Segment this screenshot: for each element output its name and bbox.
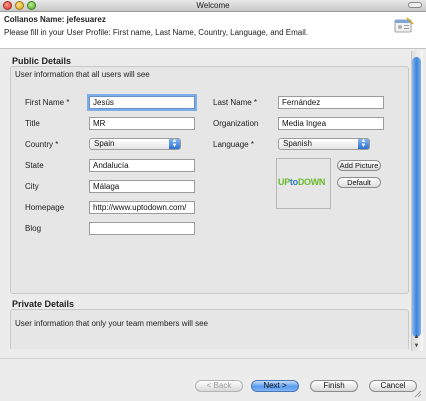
city-label: City — [25, 182, 39, 191]
country-select-value: Spain — [94, 139, 115, 148]
toolbar-toggle-button[interactable] — [408, 2, 422, 8]
last-name-input[interactable]: Fernández — [278, 96, 384, 109]
country-select[interactable]: Spain ▲ ▼ — [89, 138, 181, 150]
header-description: Please fill in your User Profile: First … — [4, 28, 308, 37]
select-arrows-icon: ▲ ▼ — [358, 138, 369, 149]
cancel-button[interactable]: Cancel — [369, 380, 417, 392]
state-input[interactable]: Andalucía — [89, 159, 195, 172]
title-label: Title — [25, 119, 40, 128]
state-label: State — [25, 161, 44, 170]
language-select[interactable]: Spanish ▲ ▼ — [278, 138, 370, 150]
city-input[interactable]: Málaga — [89, 180, 195, 193]
language-select-value: Spanish — [283, 139, 312, 148]
add-picture-button[interactable]: Add Picture — [337, 160, 381, 171]
blog-label: Blog — [25, 224, 42, 233]
homepage-input[interactable]: http://www.uptodown.com/ — [89, 201, 195, 214]
back-button[interactable]: < Back — [195, 380, 243, 392]
private-details-panel — [10, 309, 409, 349]
default-picture-button[interactable]: Default — [337, 177, 381, 188]
next-button[interactable]: Next > — [251, 380, 299, 392]
country-label: Country * — [25, 140, 59, 149]
select-arrows-icon: ▲ ▼ — [169, 138, 180, 149]
scroll-down-icon[interactable]: ▼ — [412, 342, 421, 351]
resize-grip-icon[interactable] — [412, 388, 422, 398]
private-details-title: Private Details — [12, 299, 75, 309]
organization-input[interactable]: Media Ingea — [278, 117, 384, 130]
header-title: Collanos Name: jefesuarez — [4, 15, 106, 24]
profile-picture-logo: UPtoDOWN — [278, 177, 326, 187]
title-input[interactable]: MR — [89, 117, 195, 130]
public-details-description: User information that all users will see — [15, 70, 150, 79]
vertical-scrollbar-thumb[interactable] — [412, 57, 421, 337]
scroll-up-icon[interactable]: ▲ — [412, 333, 421, 342]
finish-button[interactable]: Finish — [310, 380, 358, 392]
last-name-label: Last Name * — [213, 98, 258, 107]
window-title: Welcome — [196, 1, 230, 10]
user-profile-icon — [394, 17, 414, 33]
first-name-input[interactable]: Jesús — [87, 94, 197, 111]
first-name-label: First Name * — [25, 98, 70, 107]
organization-label: Organization — [213, 119, 259, 128]
blog-input[interactable] — [89, 222, 195, 235]
private-details-description: User information that only your team mem… — [15, 319, 208, 328]
public-details-title: Public Details — [12, 56, 72, 66]
homepage-label: Homepage — [25, 203, 65, 212]
language-label: Language * — [213, 140, 254, 149]
